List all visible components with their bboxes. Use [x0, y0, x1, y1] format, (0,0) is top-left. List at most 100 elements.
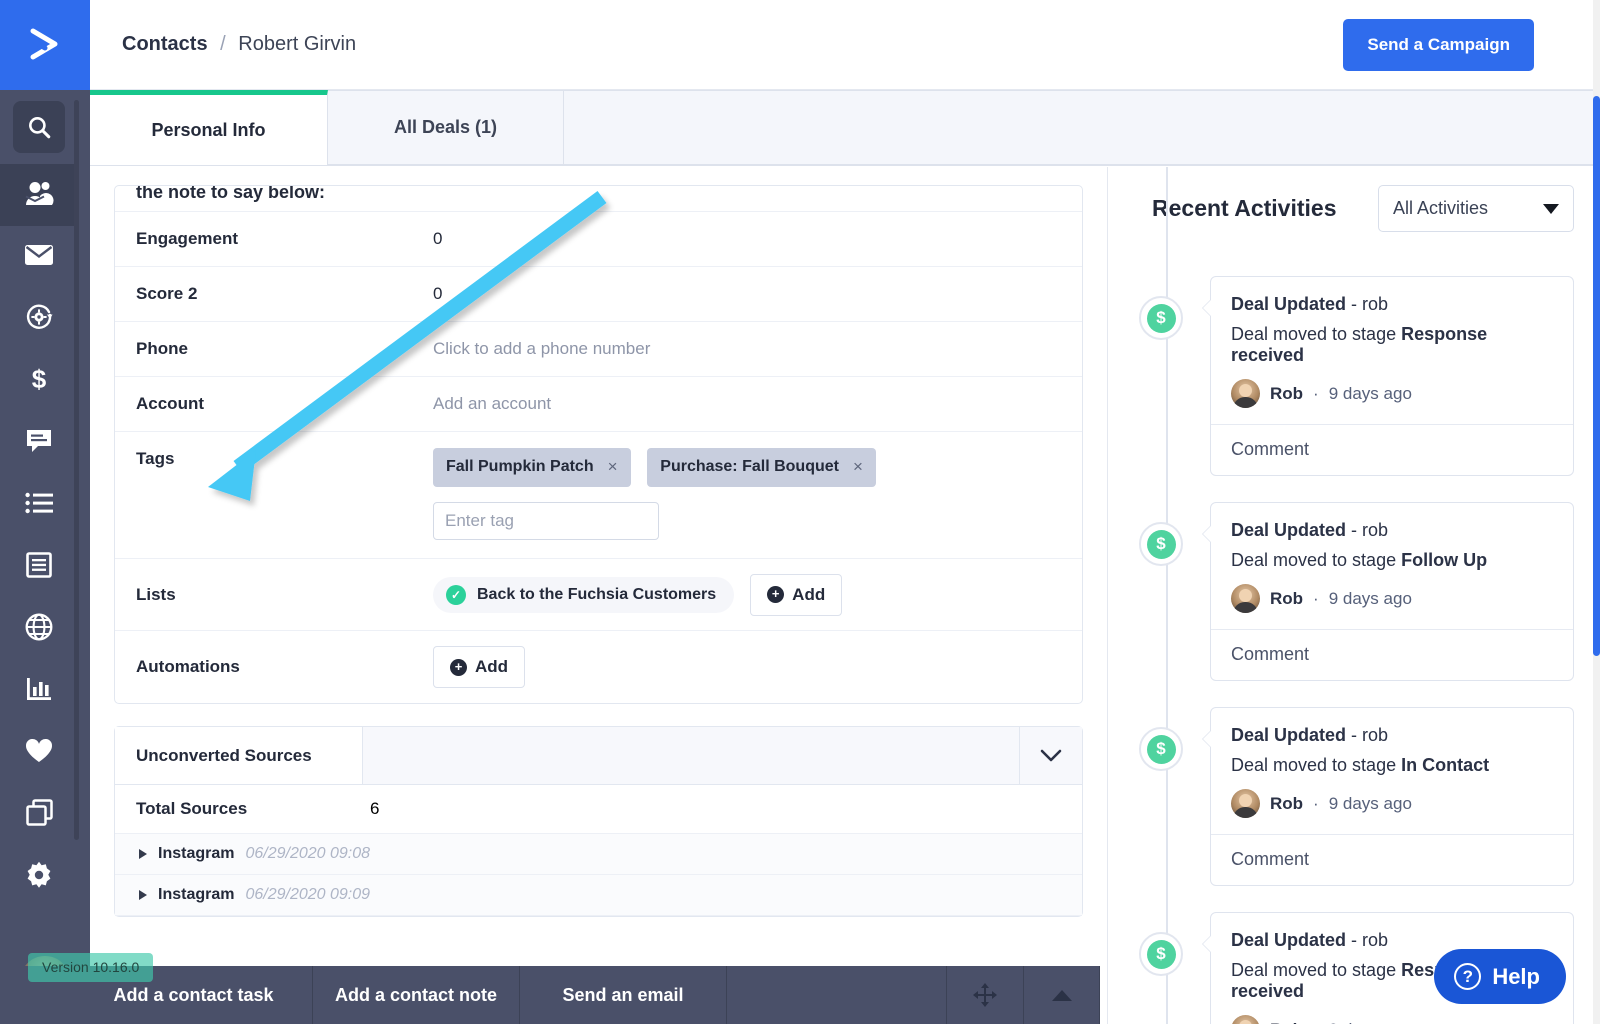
comment-button[interactable]: Comment	[1211, 834, 1573, 885]
sources-header-filler	[363, 727, 1020, 785]
source-list-item[interactable]: Instagram 06/29/2020 09:08	[115, 834, 1082, 875]
activity-detail-prefix: Deal moved to stage	[1231, 324, 1402, 344]
lists-icon	[25, 492, 53, 519]
comment-button[interactable]: Comment	[1211, 424, 1573, 475]
tab-all-deals[interactable]: All Deals (1)	[328, 90, 564, 165]
field-row-tags: Tags Fall Pumpkin Patch × Purchase: Fall…	[115, 432, 1082, 559]
close-icon[interactable]: ×	[853, 457, 863, 477]
sidebar-item-deals[interactable]: $	[0, 350, 78, 412]
help-label: Help	[1492, 963, 1540, 989]
sidebar-item-website[interactable]	[0, 598, 78, 660]
unconverted-sources-card: Unconverted Sources Total Sources 6 Inst…	[114, 726, 1083, 917]
sidebar-item-reports[interactable]	[0, 660, 78, 722]
chevron-down-icon[interactable]	[1020, 727, 1082, 785]
activities-filter-select[interactable]: All Activities	[1378, 185, 1574, 232]
page-scrollbar[interactable]	[1593, 0, 1600, 1024]
source-date: 06/29/2020 09:09	[245, 886, 371, 903]
dollar-icon: $	[1139, 522, 1183, 566]
main-content: the note to say below: Engagement 0 Scor…	[90, 167, 1600, 1024]
tag-chip[interactable]: Fall Pumpkin Patch ×	[433, 448, 631, 487]
plus-icon: +	[767, 586, 785, 603]
sidebar-item-forms[interactable]	[0, 536, 78, 598]
activity-meta: Rob · 9 days ago	[1231, 789, 1553, 818]
tag-label: Purchase: Fall Bouquet	[660, 458, 839, 475]
tag-input[interactable]	[433, 502, 659, 540]
field-row-engagement[interactable]: Engagement 0	[115, 212, 1082, 267]
source-name: Instagram	[158, 886, 235, 903]
avatar	[1231, 379, 1260, 408]
caret-up-icon[interactable]	[1024, 966, 1100, 1024]
source-list-item[interactable]: Instagram 06/29/2020 09:09	[115, 875, 1082, 916]
activity-title: Deal Updated - rob	[1231, 930, 1553, 951]
sidebar-item-lists[interactable]	[0, 474, 78, 536]
field-value-placeholder[interactable]: Add an account	[433, 377, 1082, 431]
top-bar: Contacts / Robert Girvin Send a Campaign	[90, 0, 1600, 90]
left-nav-rail: $ Version 10.16.0	[0, 0, 154, 1024]
page-scrollbar-thumb[interactable]	[1593, 96, 1600, 656]
tags-area: Fall Pumpkin Patch × Purchase: Fall Bouq…	[433, 432, 1082, 558]
field-row-phone[interactable]: Phone Click to add a phone number	[115, 322, 1082, 377]
svg-text:$: $	[32, 365, 47, 393]
field-row-account[interactable]: Account Add an account	[115, 377, 1082, 432]
field-label: Engagement	[136, 229, 239, 248]
sidebar-item-search[interactable]	[0, 90, 78, 164]
sources-tab-label[interactable]: Unconverted Sources	[115, 727, 363, 785]
activity-detail-stage: In Contact	[1401, 755, 1490, 775]
recent-activities-column: Recent Activities All Activities $ Deal …	[1108, 167, 1600, 1024]
heart-icon	[25, 738, 53, 768]
activity-meta: Rob · 9 days ago	[1231, 584, 1553, 613]
rail-scrollbar[interactable]	[74, 100, 79, 840]
sources-header: Unconverted Sources	[115, 727, 1082, 785]
add-contact-note-button[interactable]: Add a contact note	[313, 966, 520, 1024]
activity-detail: Deal moved to stage Follow Up	[1231, 550, 1553, 571]
sidebar-item-campaigns[interactable]	[0, 226, 78, 288]
sidebar-item-conversations[interactable]	[0, 412, 78, 474]
app-logo[interactable]	[0, 0, 90, 90]
comment-button[interactable]: Comment	[1211, 629, 1573, 680]
move-arrows-icon[interactable]	[947, 966, 1024, 1024]
activity-actor: - rob	[1351, 930, 1389, 950]
globe-icon	[25, 613, 53, 646]
list-chip[interactable]: ✓ Back to the Fuchsia Customers	[433, 576, 735, 613]
dollar-icon: $	[28, 364, 50, 398]
help-button[interactable]: ? Help	[1434, 949, 1566, 1004]
tab-personal-info[interactable]: Personal Info	[90, 90, 328, 165]
activity-title: Deal Updated - rob	[1231, 520, 1553, 541]
field-label: Tags	[136, 449, 175, 468]
clipped-note-row: the note to say below:	[115, 186, 1082, 212]
tag-chip[interactable]: Purchase: Fall Bouquet ×	[647, 448, 876, 487]
dot-separator: ·	[1313, 1020, 1319, 1024]
sidebar-item-favorites[interactable]	[0, 722, 78, 784]
sidebar-item-automations[interactable]	[0, 288, 78, 350]
breadcrumb: Contacts / Robert Girvin	[122, 33, 356, 56]
field-value-placeholder[interactable]: Click to add a phone number	[433, 322, 1082, 376]
activity-detail-prefix: Deal moved to stage	[1231, 755, 1402, 775]
activity-title-text: Deal Updated	[1231, 294, 1347, 314]
automations-icon	[25, 303, 53, 336]
sidebar-item-contacts[interactable]	[0, 164, 78, 226]
sources-total-row: Total Sources 6	[115, 785, 1082, 834]
breadcrumb-contacts[interactable]: Contacts	[122, 33, 208, 55]
field-row-lists: Lists ✓ Back to the Fuchsia Customers + …	[115, 559, 1082, 631]
plus-icon: +	[450, 658, 467, 676]
add-automation-button[interactable]: + Add	[433, 646, 526, 688]
sidebar-item-apps[interactable]	[0, 784, 78, 846]
activity-time: 9 days ago	[1328, 793, 1412, 813]
conversations-icon	[25, 428, 53, 459]
expand-triangle-icon[interactable]	[139, 849, 147, 859]
send-an-email-button[interactable]: Send an email	[520, 966, 727, 1024]
expand-triangle-icon[interactable]	[139, 890, 147, 900]
breadcrumb-separator: /	[220, 33, 226, 55]
close-icon[interactable]: ×	[608, 457, 618, 477]
contacts-icon	[24, 180, 54, 211]
tab-bar: Personal Info All Deals (1)	[90, 90, 1600, 166]
sidebar-item-settings[interactable]	[0, 846, 78, 908]
field-row-score-2[interactable]: Score 2 0	[115, 267, 1082, 322]
field-label: Account	[136, 394, 204, 413]
activity-author: Rob	[1270, 793, 1304, 813]
send-campaign-button[interactable]: Send a Campaign	[1343, 18, 1534, 71]
add-list-button[interactable]: + Add	[750, 573, 843, 616]
avatar	[1231, 789, 1260, 818]
activity-title-text: Deal Updated	[1231, 930, 1347, 950]
tab-strip-filler	[564, 90, 1600, 165]
